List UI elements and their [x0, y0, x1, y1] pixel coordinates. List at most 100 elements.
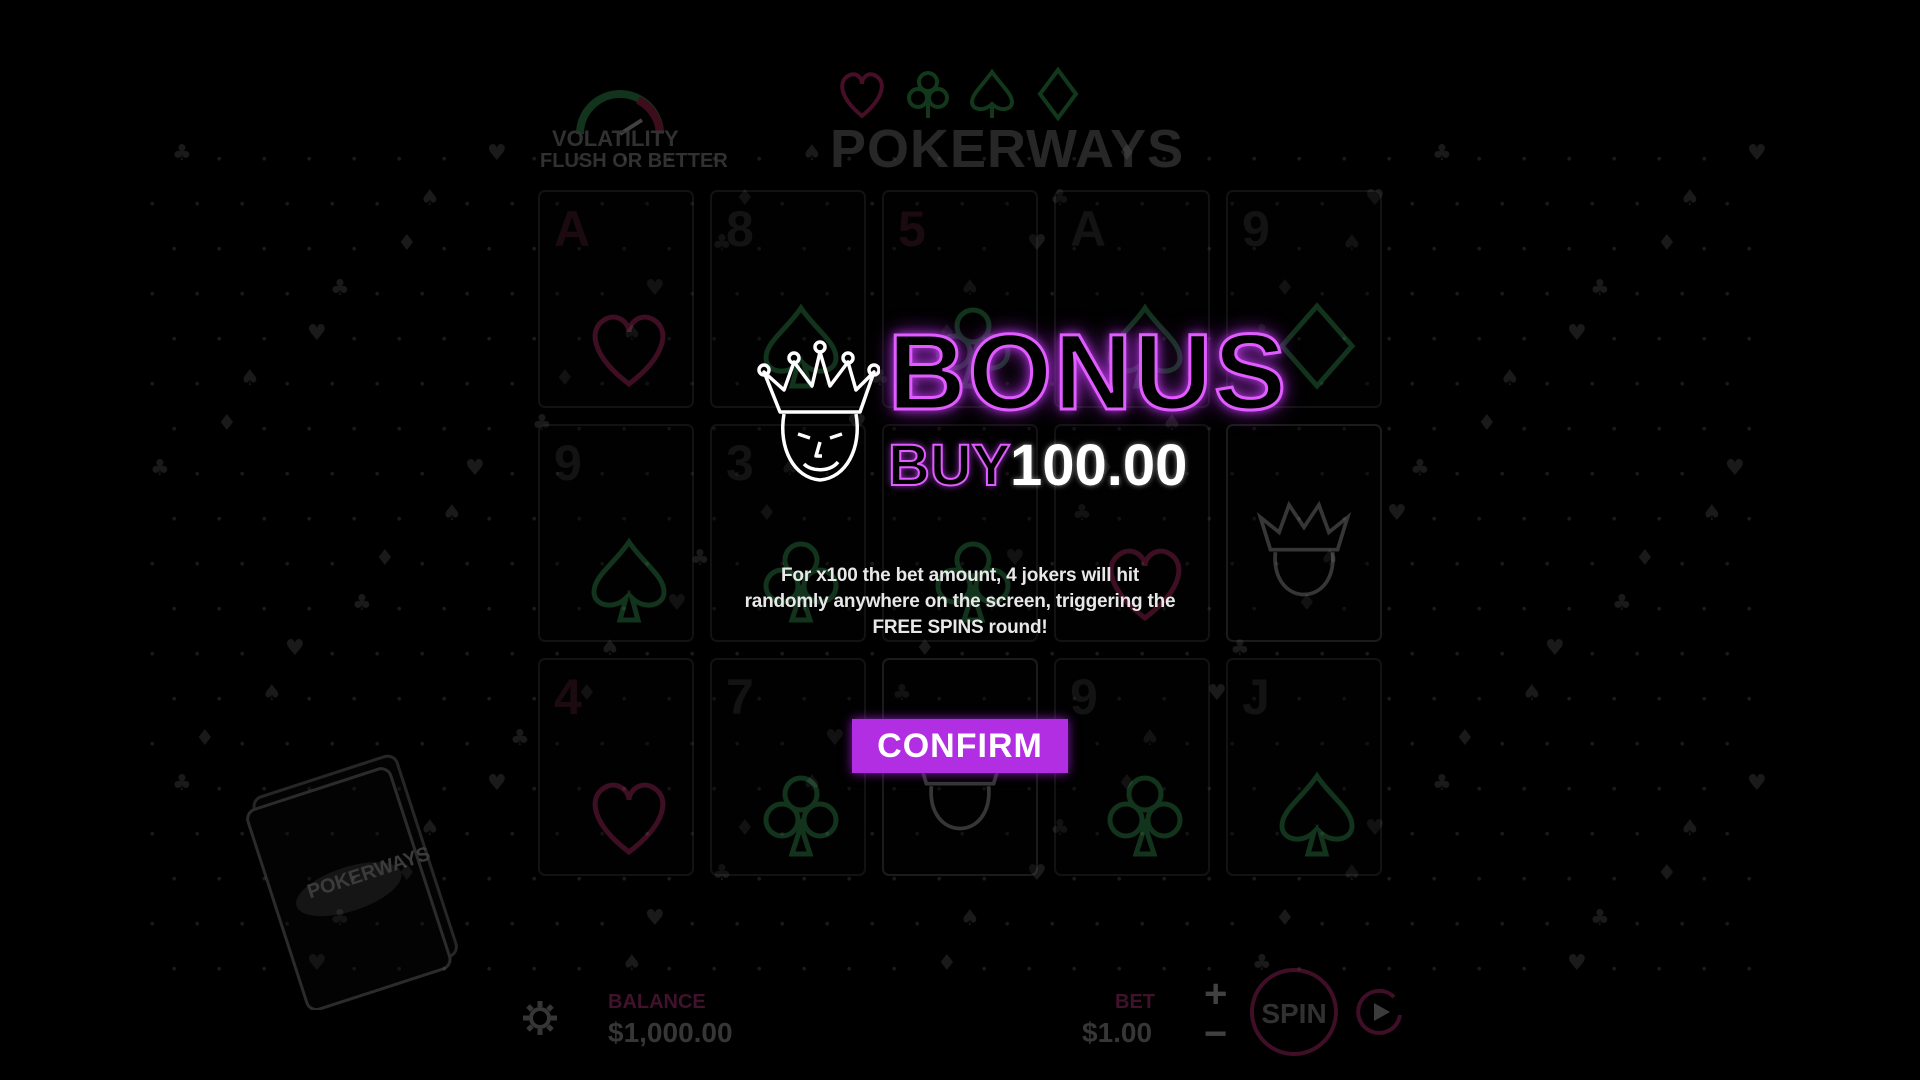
background-suit: ● [307, 696, 312, 702]
background-suit: ● [532, 156, 537, 162]
background-suit: ♥ [465, 456, 485, 481]
background-suit: ● [555, 651, 560, 657]
background-suit: ● [1230, 921, 1235, 927]
background-suit: ● [1635, 291, 1640, 297]
autoplay-icon[interactable] [1354, 985, 1408, 1039]
background-suit: ● [1702, 426, 1707, 432]
background-suit: ● [1207, 876, 1212, 882]
background-suit: ● [1545, 561, 1550, 567]
game-title: POKERWAYS [830, 119, 1185, 179]
confirm-button[interactable]: CONFIRM [852, 719, 1068, 773]
background-suit: ● [397, 336, 402, 342]
background-suit: ● [1590, 561, 1595, 567]
balance-value: $1,000.00 [608, 1017, 733, 1048]
background-suit: ● [420, 561, 425, 567]
background-suit: ♠ [1522, 681, 1542, 706]
background-suit: ● [352, 336, 357, 342]
background-suit: ● [1500, 201, 1505, 207]
background-suit: ● [1590, 741, 1595, 747]
bet-plus-button[interactable]: + [1204, 972, 1227, 1017]
background-suit: ● [510, 381, 515, 387]
background-suit: ● [1095, 921, 1100, 927]
background-suit: ● [1612, 966, 1617, 972]
background-suit: ● [262, 246, 267, 252]
background-suit: ● [1252, 156, 1257, 162]
background-suit: ● [1387, 786, 1392, 792]
background-suit: ● [870, 651, 875, 657]
background-suit: ♠ [1680, 816, 1700, 841]
background-suit: ● [1477, 156, 1482, 162]
background-suit: ● [150, 291, 155, 297]
background-suit: ● [330, 381, 335, 387]
background-suit: ● [285, 381, 290, 387]
background-suit: ● [1117, 966, 1122, 972]
background-suit: ● [757, 966, 762, 972]
background-suit: ♠ [802, 141, 822, 166]
settings-gear-icon[interactable] [520, 998, 560, 1038]
background-suit: ● [1050, 921, 1055, 927]
background-suit: ● [1477, 606, 1482, 612]
background-suit: ♠ [960, 906, 980, 931]
background-suit: ● [1432, 966, 1437, 972]
background-suit: ● [1725, 291, 1730, 297]
background-suit: ♣ [1410, 456, 1430, 481]
background-suit: ● [172, 246, 177, 252]
background-suit: ● [1432, 696, 1437, 702]
background-suit: ● [1387, 336, 1392, 342]
background-suit: ● [1545, 921, 1550, 927]
background-suit: ♠ [622, 951, 642, 976]
background-suit: ● [1545, 291, 1550, 297]
background-suit: ♦ [1477, 411, 1497, 436]
background-suit: ● [465, 291, 470, 297]
background-suit: ● [487, 606, 492, 612]
background-suit: ● [1410, 381, 1415, 387]
background-suit: ● [1590, 201, 1595, 207]
background-suit: ● [600, 921, 605, 927]
reel-card: 7 [710, 658, 866, 876]
bet-minus-button[interactable]: − [1204, 1012, 1227, 1057]
background-suit: ● [802, 966, 807, 972]
background-suit: ● [1522, 426, 1527, 432]
background-suit: ● [1162, 966, 1167, 972]
background-suit: ● [397, 696, 402, 702]
background-suit: ● [262, 606, 267, 612]
background-suit: ♥ [307, 321, 327, 346]
background-suit: ● [375, 651, 380, 657]
background-suit: ♥ [1747, 771, 1767, 796]
background-suit: ● [1455, 561, 1460, 567]
background-suit: ● [1410, 201, 1415, 207]
background-suit: ● [1567, 426, 1572, 432]
background-suit: ● [532, 966, 537, 972]
background-suit: ● [690, 921, 695, 927]
background-suit: ● [442, 156, 447, 162]
background-suit: ● [510, 471, 515, 477]
background-suit: ● [1500, 831, 1505, 837]
background-suit: ● [937, 876, 942, 882]
background-suit: ● [1072, 876, 1077, 882]
reel-card [1226, 424, 1382, 642]
background-suit: ● [892, 966, 897, 972]
background-suit: ● [1545, 831, 1550, 837]
background-suit: ● [555, 921, 560, 927]
background-suit: ● [240, 651, 245, 657]
card-rank: A [554, 201, 591, 257]
background-suit: ● [780, 651, 785, 657]
background-suit: ● [442, 336, 447, 342]
background-suit: ● [307, 426, 312, 432]
background-suit: ● [262, 336, 267, 342]
background-suit: ● [915, 921, 920, 927]
background-suit: ● [1747, 876, 1752, 882]
spade-suit-icon [1279, 771, 1355, 857]
background-suit: ♦ [217, 411, 237, 436]
background-suit: ● [1455, 921, 1460, 927]
background-suit: ● [1522, 156, 1527, 162]
background-suit: ● [1477, 786, 1482, 792]
background-suit: ● [667, 966, 672, 972]
background-suit: ● [1702, 336, 1707, 342]
background-suit: ● [1320, 921, 1325, 927]
bonus-title: BONUS [886, 311, 1289, 432]
background-suit: ♥ [487, 141, 507, 166]
background-suit: ● [510, 291, 515, 297]
spin-button[interactable]: SPIN [1250, 968, 1338, 1056]
background-suit: ♦ [1455, 726, 1475, 751]
